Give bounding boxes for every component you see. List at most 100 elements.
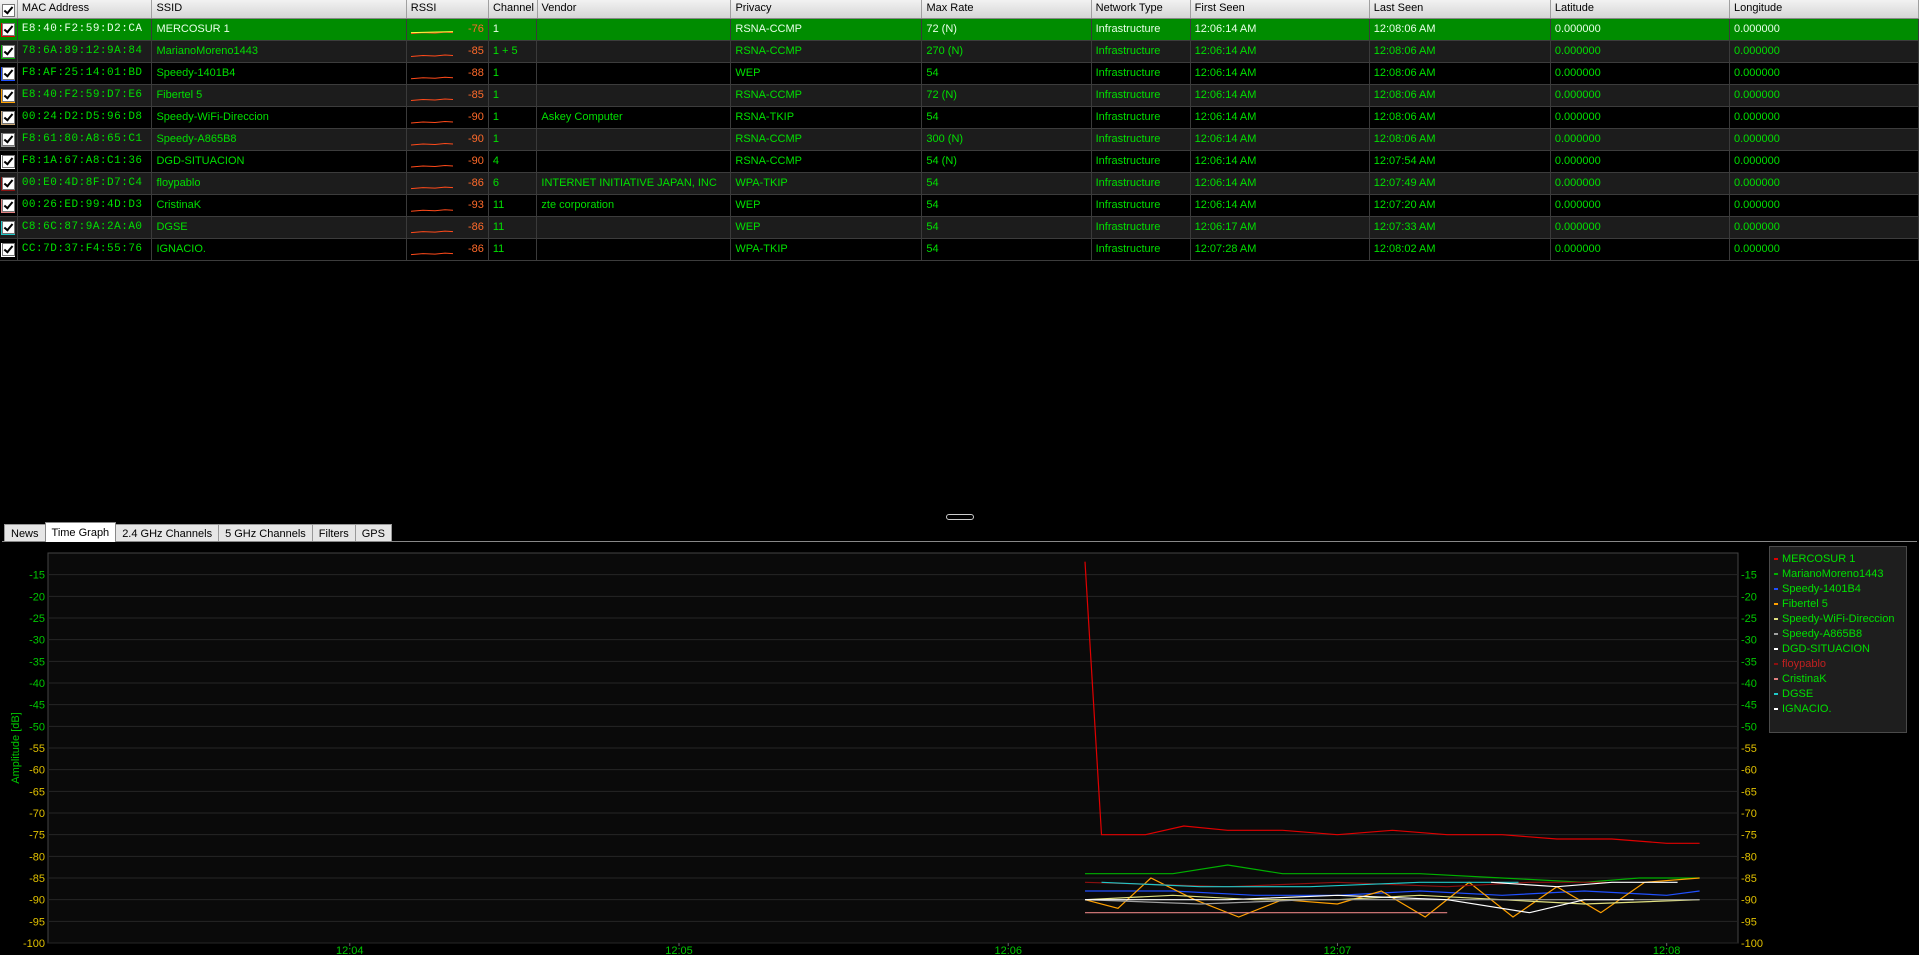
row-checkbox[interactable]	[0, 217, 18, 238]
legend-item: Speedy-1401B4	[1774, 581, 1902, 596]
y-tick-label-right: -70	[1741, 808, 1757, 820]
tab-filters[interactable]: Filters	[311, 524, 356, 542]
row-checkbox[interactable]	[0, 19, 18, 40]
cell-latitude: 0.000000	[1551, 107, 1730, 128]
cell-vendor: INTERNET INITIATIVE JAPAN, INC	[537, 173, 732, 194]
column-header-channel[interactable]: Channel	[489, 0, 538, 18]
cell-longitude: 0.000000	[1730, 85, 1919, 106]
table-row[interactable]: 78:6A:89:12:9A:84 MarianoMoreno1443 -85 1 +…	[0, 41, 1919, 63]
checkbox-checked-icon	[1, 133, 15, 146]
cell-privacy: WEP	[731, 217, 923, 238]
column-header-mac-address[interactable]: MAC Address	[18, 0, 153, 18]
table-row[interactable]: E8:40:F2:59:D2:CA MERCOSUR 1 -76 1 RSNA-CCMP…	[0, 19, 1919, 41]
select-all-checkbox[interactable]	[0, 0, 18, 18]
legend-item: Speedy-WiFi-Direccion	[1774, 611, 1902, 626]
column-header-privacy[interactable]: Privacy	[731, 0, 923, 18]
row-checkbox[interactable]	[0, 173, 18, 194]
column-header-last-seen[interactable]: Last Seen	[1370, 0, 1551, 18]
table-row[interactable]: 00:26:ED:99:4D:D3 CristinaK -93 11 zte corpo…	[0, 195, 1919, 217]
row-checkbox[interactable]	[0, 63, 18, 84]
column-header-longitude[interactable]: Longitude	[1730, 0, 1919, 18]
row-checkbox[interactable]	[0, 107, 18, 128]
cell-rssi: -90	[407, 107, 489, 128]
legend-label: Speedy-1401B4	[1782, 582, 1861, 595]
tab-gps[interactable]: GPS	[354, 524, 392, 542]
cell-channel: 1 + 5	[489, 41, 538, 62]
legend-item: CristinaK	[1774, 671, 1902, 686]
cell-first-seen: 12:06:14 AM	[1191, 195, 1370, 216]
tab-news[interactable]: News	[4, 524, 46, 542]
panel-splitter-handle[interactable]	[946, 514, 974, 520]
y-tick-label-right: -60	[1741, 765, 1757, 777]
legend-swatch	[1774, 692, 1778, 695]
cell-network-type: Infrastructure	[1092, 239, 1191, 260]
tab-5-ghz-channels[interactable]: 5 GHz Channels	[218, 524, 313, 542]
legend-label: MERCOSUR 1	[1782, 552, 1856, 565]
row-checkbox[interactable]	[0, 85, 18, 106]
rssi-value: -86	[467, 221, 484, 233]
cell-mac: F8:61:80:A8:65:C1	[18, 129, 153, 150]
table-row[interactable]: E8:40:F2:59:D7:E6 Fibertel 5 -85 1 RSNA-CCMP…	[0, 85, 1919, 107]
cell-channel: 1	[489, 85, 538, 106]
table-row[interactable]: CC:7D:37:F4:55:76 IGNACIO. -86 11 WPA-TKIP 54…	[0, 239, 1919, 261]
legend-label: DGSE	[1782, 687, 1814, 700]
cell-rssi: -88	[407, 63, 489, 84]
column-header-network-type[interactable]: Network Type	[1092, 0, 1191, 18]
table-row[interactable]: 00:E0:4D:8F:D7:C4 floypablo -86 6 INTERNET I…	[0, 173, 1919, 195]
y-tick-label-left: -90	[29, 895, 45, 907]
y-tick-label-right: -100	[1741, 938, 1763, 950]
cell-channel: 1	[489, 129, 538, 150]
legend-item: Speedy-A865B8	[1774, 626, 1902, 641]
cell-privacy: RSNA-CCMP	[731, 41, 923, 62]
cell-max-rate: 54	[922, 195, 1092, 216]
checkbox-checked-icon	[1, 89, 15, 102]
y-tick-label-right: -55	[1741, 743, 1757, 755]
cell-longitude: 0.000000	[1730, 63, 1919, 84]
legend-item: Fibertel 5	[1774, 596, 1902, 611]
checkbox-checked-icon	[1, 221, 15, 234]
cell-channel: 6	[489, 173, 538, 194]
column-header-max-rate[interactable]: Max Rate	[922, 0, 1092, 18]
cell-rssi: -90	[407, 129, 489, 150]
network-color-swatch	[1, 110, 16, 125]
cell-latitude: 0.000000	[1551, 19, 1730, 40]
rssi-sparkline	[410, 252, 453, 256]
cell-last-seen: 12:07:49 AM	[1370, 173, 1551, 194]
column-header-latitude[interactable]: Latitude	[1551, 0, 1730, 18]
table-row[interactable]: F8:1A:67:A8:C1:36 DGD-SITUACION -90 4 RSNA-C…	[0, 151, 1919, 173]
table-row[interactable]: F8:AF:25:14:01:BD Speedy-1401B4 -88 1 WEP 54 I…	[0, 63, 1919, 85]
row-checkbox[interactable]	[0, 41, 18, 62]
y-tick-label-left: -60	[29, 765, 45, 777]
table-row[interactable]: C8:6C:87:9A:2A:A0 DGSE -86 11 WEP 54 Infrastru…	[0, 217, 1919, 239]
cell-last-seen: 12:08:02 AM	[1370, 239, 1551, 260]
cell-max-rate: 300 (N)	[922, 129, 1092, 150]
column-header-vendor[interactable]: Vendor	[538, 0, 732, 18]
y-tick-label-right: -85	[1741, 873, 1757, 885]
table-row[interactable]: F8:61:80:A8:65:C1 Speedy-A865B8 -90 1 RSNA-C…	[0, 129, 1919, 151]
rssi-sparkline	[410, 76, 453, 80]
cell-max-rate: 72 (N)	[922, 85, 1092, 106]
legend-label: Speedy-WiFi-Direccion	[1782, 612, 1895, 625]
row-checkbox[interactable]	[0, 195, 18, 216]
y-tick-label-right: -20	[1741, 591, 1757, 603]
y-tick-label-right: -95	[1741, 916, 1757, 928]
column-header-first-seen[interactable]: First Seen	[1191, 0, 1370, 18]
y-tick-label-right: -15	[1741, 570, 1757, 582]
row-checkbox[interactable]	[0, 239, 18, 260]
checkbox-checked-icon	[1, 199, 15, 212]
row-checkbox[interactable]	[0, 129, 18, 150]
tab-2-4-ghz-channels[interactable]: 2.4 GHz Channels	[115, 524, 220, 542]
row-checkbox[interactable]	[0, 151, 18, 172]
cell-network-type: Infrastructure	[1092, 217, 1191, 238]
y-axis-label: Amplitude [dB]	[10, 712, 22, 784]
cell-mac: E8:40:F2:59:D2:CA	[18, 19, 153, 40]
cell-latitude: 0.000000	[1551, 217, 1730, 238]
cell-first-seen: 12:06:17 AM	[1191, 217, 1370, 238]
network-color-swatch	[1, 198, 16, 213]
table-row[interactable]: 00:24:D2:D5:96:D8 Speedy-WiFi-Direccion -9…	[0, 107, 1919, 129]
cell-rssi: -90	[407, 151, 489, 172]
cell-max-rate: 54	[922, 217, 1092, 238]
column-header-rssi[interactable]: RSSI	[407, 0, 489, 18]
tab-time-graph[interactable]: Time Graph	[44, 522, 117, 542]
column-header-ssid[interactable]: SSID	[152, 0, 407, 18]
